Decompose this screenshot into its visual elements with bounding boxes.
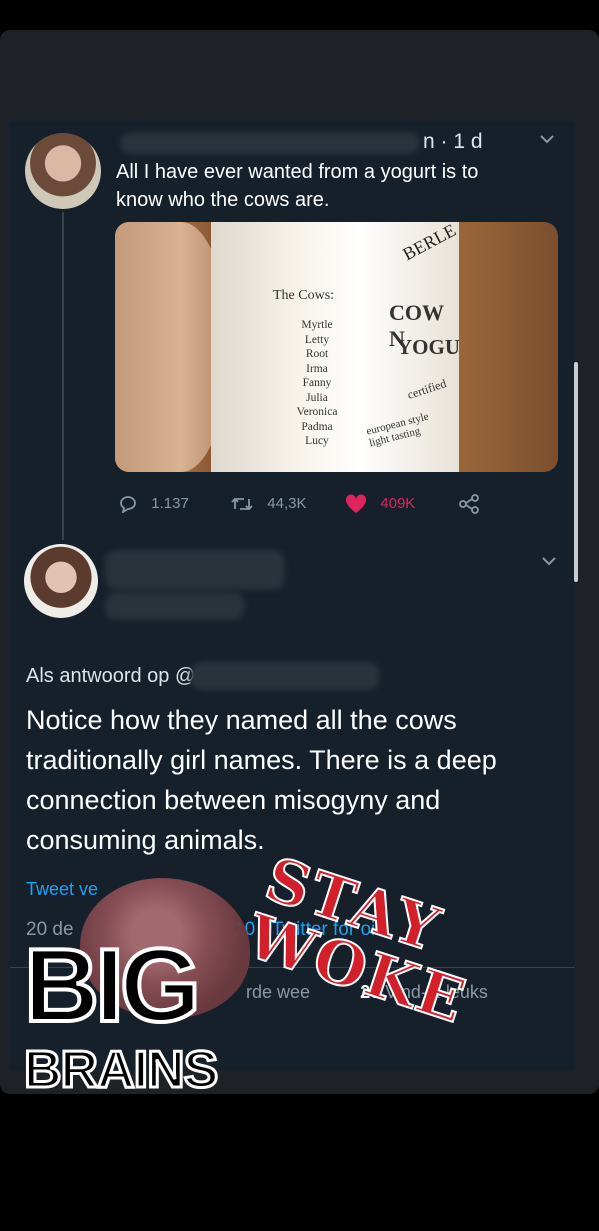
reply-to-label: Als antwoord op @ (26, 665, 196, 687)
cow-name: Veronica (296, 406, 338, 418)
reply-count: 1.137 (151, 495, 189, 512)
jar-label-title: The Cows: (273, 288, 335, 303)
tweet-text: All I have ever wanted from a yogurt is … (116, 161, 479, 211)
redacted-reply-to-handle (190, 662, 380, 690)
cow-name: Root (305, 348, 329, 360)
retweet-count: 44,3K (267, 495, 307, 512)
tweet-image[interactable]: The Cows: Myrtle Letty Root Irma Fanny J… (115, 222, 558, 472)
cow-name: Myrtle (301, 319, 333, 331)
jar-cow-names: Myrtle Letty Root Irma Fanny Julia Veron… (286, 318, 348, 449)
yogurt-jar: The Cows: Myrtle Letty Root Irma Fanny J… (211, 222, 460, 472)
chevron-down-icon[interactable] (541, 554, 557, 572)
author-avatar[interactable] (25, 133, 101, 209)
reply-button[interactable]: 1.137 (118, 494, 189, 516)
share-button[interactable] (458, 494, 488, 516)
arm-image-region (115, 222, 225, 472)
reply-icon (118, 494, 143, 515)
scrollbar[interactable] (574, 362, 578, 582)
translate-tweet-link[interactable]: Tweet ve (26, 879, 98, 900)
heart-icon (345, 494, 372, 515)
cow-name: Irma (306, 362, 328, 375)
cow-name: Letty (304, 333, 330, 346)
cow-name: Fanny (302, 377, 332, 389)
redacted-author-name (120, 132, 420, 154)
redacted-reply-author (105, 550, 285, 590)
like-button[interactable]: 409K (345, 494, 415, 516)
tweet-timestamp: n · 1 d (423, 130, 483, 153)
retweet-icon (230, 494, 259, 515)
big-overlay-text: BIG (22, 928, 203, 1044)
jar-style: european style light tasting (365, 411, 433, 450)
redacted-reply-handle (105, 592, 245, 620)
screenshot-card: n · 1 d All I have ever wanted from a yo… (0, 30, 599, 1094)
cow-name: Padma (301, 420, 333, 433)
like-count: 409K (380, 495, 416, 512)
jar-brand: BERLE (399, 222, 460, 265)
cow-name: Lucy (305, 435, 329, 447)
cow-name: Julia (306, 391, 328, 404)
share-icon (458, 494, 480, 515)
jar-product-line2: YOGU (397, 335, 460, 359)
chevron-down-icon[interactable] (539, 132, 555, 150)
reply-tweet-text: Notice how they named all the cows tradi… (26, 705, 497, 855)
brains-overlay-text: BRAINS (22, 1041, 219, 1095)
reply-author-avatar[interactable] (24, 544, 98, 618)
thread-line (62, 212, 64, 540)
retweet-button[interactable]: 44,3K (230, 494, 306, 516)
jar-certified: certified (405, 376, 449, 402)
